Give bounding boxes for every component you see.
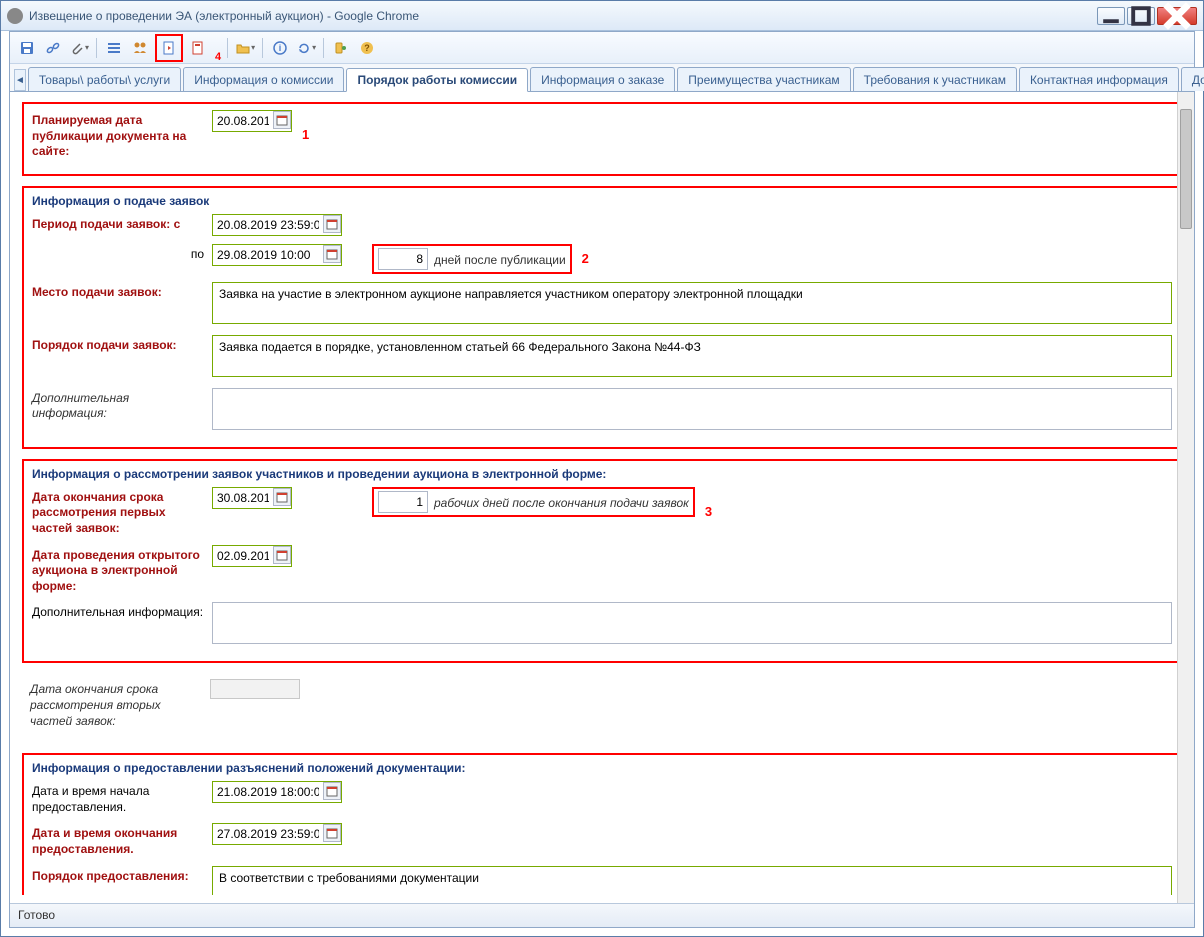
vertical-scrollbar[interactable]	[1177, 92, 1194, 903]
addinfo2-field[interactable]	[212, 602, 1172, 644]
calendar-icon[interactable]	[323, 782, 341, 800]
start-input	[212, 781, 342, 803]
calendar-icon[interactable]	[273, 546, 291, 564]
link-icon[interactable]	[42, 37, 64, 59]
tab-scroll-left[interactable]: ◄	[14, 69, 26, 91]
tab-commission-info[interactable]: Информация о комиссии	[183, 67, 344, 91]
tab-advantages[interactable]: Преимущества участникам	[677, 67, 850, 91]
d1-label: Дата окончания срока рассмотрения первых…	[32, 487, 212, 537]
d1-input	[212, 487, 292, 509]
calendar-icon[interactable]	[323, 215, 341, 233]
calendar-icon[interactable]	[323, 245, 341, 263]
toolbar: ▾ 4 ▾ i ▾ ?	[10, 32, 1194, 64]
refresh-icon[interactable]: ▾	[295, 37, 317, 59]
days-highlight: дней после публикации	[372, 244, 572, 274]
statusbar: Готово	[10, 903, 1194, 927]
info-icon[interactable]: i	[269, 37, 291, 59]
workdays-field[interactable]	[378, 491, 428, 513]
addinfo1-field[interactable]	[212, 388, 1172, 430]
clarif-order-label: Порядок предоставления:	[32, 866, 212, 885]
svg-text:?: ?	[364, 43, 370, 53]
workdays-label: рабочих дней после окончания подачи заяв…	[434, 493, 689, 510]
second-parts-label: Дата окончания срока рассмотрения вторых…	[30, 679, 210, 729]
window-controls	[1097, 7, 1197, 25]
order-field[interactable]	[212, 335, 1172, 377]
workdays-highlight: рабочих дней после окончания подачи заяв…	[372, 487, 695, 517]
help-icon[interactable]: ?	[356, 37, 378, 59]
pub-date-input	[212, 110, 292, 132]
titlebar: Извещение о проведении ЭА (электронный а…	[1, 1, 1203, 31]
sec2-title: Информация о рассмотрении заявок участни…	[32, 467, 1172, 481]
folder-icon[interactable]: ▾	[234, 37, 256, 59]
days-field[interactable]	[378, 248, 428, 270]
status-text: Готово	[18, 908, 55, 922]
d2-input	[212, 545, 292, 567]
start-label: Дата и время начала предоставления.	[32, 781, 212, 815]
tab-more[interactable]: Допо	[1181, 67, 1204, 91]
callout-4: 4	[215, 51, 221, 63]
doc-red-icon[interactable]	[187, 37, 209, 59]
globe-icon	[7, 8, 23, 24]
callout-1: 1	[302, 127, 309, 142]
tab-goods[interactable]: Товары\ работы\ услуги	[28, 67, 181, 91]
svg-text:i: i	[279, 43, 282, 53]
end-label: Дата и время окончания предоставления.	[32, 823, 212, 857]
minimize-button[interactable]	[1097, 7, 1125, 25]
box-submission: Информация о подаче заявок Период подачи…	[22, 186, 1182, 449]
box-pub-date: Планируемая дата публикации документа на…	[22, 102, 1182, 176]
callout-2: 2	[582, 251, 589, 266]
clarif-order-field[interactable]	[212, 866, 1172, 896]
sec1-title: Информация о подаче заявок	[32, 194, 1172, 208]
place-label: Место подачи заявок:	[32, 282, 212, 301]
order-label: Порядок подачи заявок:	[32, 335, 212, 354]
end-input	[212, 823, 342, 845]
app-window: Извещение о проведении ЭА (электронный а…	[0, 0, 1204, 937]
pub-date-label: Планируемая дата публикации документа на…	[32, 110, 212, 160]
toolbar-highlight	[155, 34, 183, 62]
tab-requirements[interactable]: Требования к участникам	[853, 67, 1017, 91]
tabbar: ◄ Товары\ работы\ услуги Информация о ко…	[10, 64, 1194, 92]
period-to-label: по	[32, 244, 212, 263]
addinfo2-label: Дополнительная информация:	[32, 602, 212, 621]
tab-contacts[interactable]: Контактная информация	[1019, 67, 1179, 91]
callout-3: 3	[705, 504, 712, 519]
doc-export-icon[interactable]	[158, 37, 180, 59]
calendar-icon[interactable]	[273, 488, 291, 506]
box-second-parts: Дата окончания срока рассмотрения вторых…	[22, 673, 1182, 743]
sec3-title: Информация о предоставлении разъяснений …	[32, 761, 1172, 775]
box-review: Информация о рассмотрении заявок участни…	[22, 459, 1182, 664]
box-clarifications: Информация о предоставлении разъяснений …	[22, 753, 1182, 895]
list-icon[interactable]	[103, 37, 125, 59]
tab-commission-order[interactable]: Порядок работы комиссии	[346, 68, 528, 92]
period-from-label: Период подачи заявок: с	[32, 214, 212, 233]
days-label: дней после публикации	[434, 250, 566, 267]
form-area: Планируемая дата публикации документа на…	[10, 92, 1194, 895]
maximize-button[interactable]	[1127, 7, 1155, 25]
d2-label: Дата проведения открытого аукциона в эле…	[32, 545, 212, 595]
place-field[interactable]	[212, 282, 1172, 324]
close-button[interactable]	[1157, 7, 1197, 25]
tab-order-info[interactable]: Информация о заказе	[530, 67, 675, 91]
users-icon[interactable]	[129, 37, 151, 59]
save-icon[interactable]	[16, 37, 38, 59]
calendar-icon[interactable]	[273, 111, 291, 129]
window-title: Извещение о проведении ЭА (электронный а…	[29, 9, 1097, 23]
calendar-icon[interactable]	[323, 824, 341, 842]
second-parts-field	[210, 679, 300, 699]
period-to-input	[212, 244, 342, 266]
app-frame: ▾ 4 ▾ i ▾ ? ◄ Товары\ работы\ услуги Инф…	[9, 31, 1195, 928]
key-icon[interactable]	[330, 37, 352, 59]
attach-icon[interactable]: ▾	[68, 37, 90, 59]
addinfo1-label: Дополнительная информация:	[32, 388, 212, 422]
period-from-input	[212, 214, 342, 236]
